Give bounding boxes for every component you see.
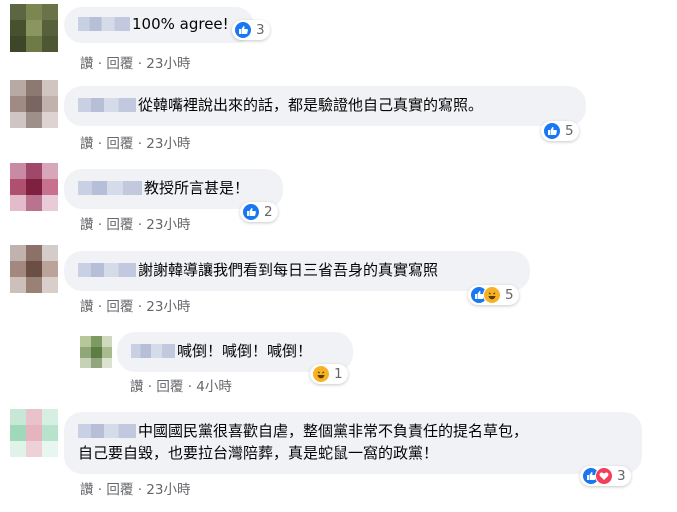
avatar[interactable]	[10, 80, 58, 128]
like-button[interactable]: 讚	[80, 136, 94, 152]
comment-bubble: 從韓嘴裡說出來的話，都是驗證他自己真實的寫照。	[64, 86, 586, 126]
comment-text-line2: 自己要自毀，也要拉台灣陪葬，真是蛇鼠一窩的政黨！	[78, 444, 439, 462]
reaction-count: 5	[505, 287, 514, 303]
reply-button[interactable]: 回覆	[106, 136, 133, 152]
reply-button[interactable]: 回覆	[106, 299, 133, 315]
love-icon	[595, 467, 613, 485]
like-button[interactable]: 讚	[80, 217, 94, 233]
reaction-count: 5	[565, 123, 574, 139]
timestamp[interactable]: 23小時	[146, 299, 190, 315]
separator: ·	[147, 379, 153, 395]
like-button[interactable]: 讚	[80, 299, 94, 315]
like-icon	[234, 21, 252, 39]
avatar[interactable]	[10, 163, 58, 211]
separator: ·	[97, 136, 103, 152]
author-name[interactable]	[78, 424, 136, 438]
timestamp[interactable]: 23小時	[146, 482, 190, 498]
reply-button[interactable]: 回覆	[106, 482, 133, 498]
timestamp[interactable]: 4小時	[196, 379, 232, 395]
comment-actions: 讚 · 回覆 · 4小時	[130, 375, 232, 395]
like-button[interactable]: 讚	[80, 482, 94, 498]
reaction-summary[interactable]: 5	[468, 285, 519, 305]
separator: ·	[137, 136, 142, 152]
avatar[interactable]	[10, 409, 58, 457]
like-button[interactable]: 讚	[80, 56, 94, 72]
comment-actions: 讚 · 回覆 · 23小時	[80, 478, 190, 498]
comment-actions: 讚 · 回覆 · 23小時	[80, 295, 190, 315]
timestamp[interactable]: 23小時	[146, 217, 190, 233]
author-name[interactable]	[131, 344, 175, 358]
comment-bubble: 100% agree!	[64, 7, 254, 43]
reaction-count: 3	[617, 468, 626, 484]
separator: ·	[187, 379, 192, 395]
haha-icon	[483, 286, 501, 304]
separator: ·	[137, 56, 142, 72]
comment-actions: 讚 · 回覆 · 23小時	[80, 52, 190, 72]
reaction-summary[interactable]: 5	[541, 121, 579, 141]
avatar[interactable]	[10, 245, 58, 293]
reply-button[interactable]: 回覆	[106, 217, 133, 233]
separator: ·	[137, 217, 142, 233]
comment-text: 教授所言甚是！	[144, 179, 250, 197]
avatar[interactable]	[80, 336, 112, 368]
author-name[interactable]	[78, 181, 142, 195]
author-name[interactable]	[78, 17, 130, 31]
reaction-count: 1	[334, 366, 343, 382]
reaction-summary[interactable]: 3	[580, 466, 631, 486]
comment-actions: 讚 · 回覆 · 23小時	[80, 213, 190, 233]
haha-icon	[312, 365, 330, 383]
like-button[interactable]: 讚	[130, 379, 144, 395]
comment-bubble: 謝謝韓導讓我們看到每日三省吾身的真實寫照	[64, 251, 530, 291]
comment-text-line1: 中國國民黨很喜歡自虐，整個黨非常不負責任的提名草包，	[138, 422, 529, 440]
like-icon	[242, 203, 260, 221]
author-name[interactable]	[78, 98, 136, 112]
like-icon	[543, 122, 561, 140]
separator: ·	[97, 56, 103, 72]
comment-actions: 讚 · 回覆 · 23小時	[80, 132, 190, 152]
separator: ·	[137, 299, 142, 315]
reply-button[interactable]: 回覆	[156, 379, 183, 395]
reaction-count: 2	[264, 204, 273, 220]
reaction-summary[interactable]: 3	[232, 20, 270, 40]
reply-button[interactable]: 回覆	[106, 56, 133, 72]
timestamp[interactable]: 23小時	[146, 56, 190, 72]
comment-text: 喊倒！喊倒！喊倒！	[177, 342, 313, 360]
comment-text: 100% agree!	[132, 15, 229, 33]
timestamp[interactable]: 23小時	[146, 136, 190, 152]
comment-bubble: 中國國民黨很喜歡自虐，整個黨非常不負責任的提名草包， 自己要自毀，也要拉台灣陪葬…	[64, 412, 642, 474]
comment-text: 從韓嘴裡說出來的話，都是驗證他自己真實的寫照。	[138, 96, 484, 114]
separator: ·	[97, 217, 103, 233]
avatar[interactable]	[10, 4, 58, 52]
reaction-summary[interactable]: 2	[240, 202, 278, 222]
separator: ·	[97, 482, 103, 498]
author-name[interactable]	[78, 263, 136, 277]
separator: ·	[97, 299, 103, 315]
reaction-summary[interactable]: 1	[310, 364, 348, 384]
comment-text: 謝謝韓導讓我們看到每日三省吾身的真實寫照	[138, 261, 439, 279]
separator: ·	[137, 482, 142, 498]
reaction-count: 3	[256, 22, 265, 38]
